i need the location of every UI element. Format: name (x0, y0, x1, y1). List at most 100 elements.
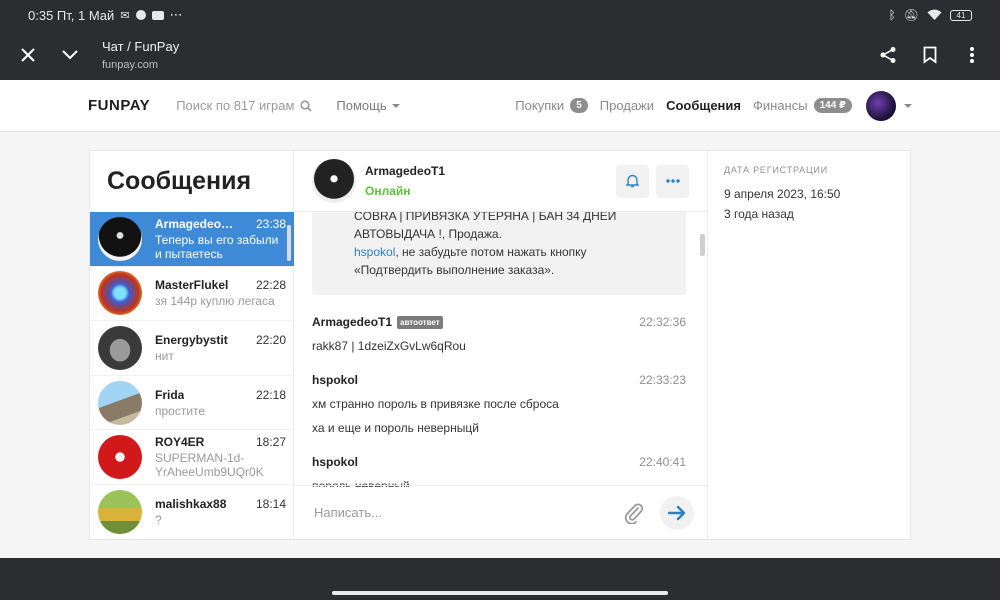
gesture-handle[interactable] (332, 591, 668, 595)
purchases-count-badge: 5 (570, 98, 588, 113)
message-input[interactable] (314, 505, 622, 520)
avatar (98, 325, 142, 370)
status-bar: 0:35 Пт, 1 Май ✉ ⋯ ᛒ 🔕︎ 41 (0, 0, 1000, 30)
page-title: Сообщения (107, 167, 252, 195)
contact-item[interactable]: Frida 22:18 простите (90, 376, 294, 431)
nav-finance[interactable]: Финансы (753, 98, 808, 113)
send-button[interactable] (660, 495, 694, 530)
system-message: COBRA | ПРИВЯЗКА УТЕРЯНА | БАН 34 ДНЕЙ А… (312, 212, 686, 295)
registration-ago: 3 года назад (724, 207, 794, 221)
contact-last-message: простите (155, 403, 206, 418)
nav-purchases[interactable]: Покупки (515, 98, 564, 113)
contact-item[interactable]: ROY4ER 18:27 SUPERMAN-1d-YrAheeUmb9UQr0K (90, 430, 294, 485)
contact-time: 23:38 (255, 216, 286, 231)
avatar[interactable] (312, 159, 356, 203)
contact-last-message: зя 144р куплю легаса (155, 294, 275, 309)
message-time: 22:33:23 (639, 373, 686, 387)
search-field[interactable]: Поиск по 817 играм (176, 98, 313, 113)
contacts-column: Сообщения Armagedeo… 23:38 Теперь вы его … (90, 151, 294, 539)
wifi-icon (927, 9, 942, 20)
contact-item[interactable]: MasterFlukel 22:28 зя 144р куплю легаса (90, 267, 294, 322)
contact-time: 22:28 (255, 278, 286, 293)
browser-page-title: Чат / FunPay (102, 39, 180, 54)
system-line: АВТОВЫДАЧА !, Продажа. (354, 227, 502, 241)
contact-name: Energybystit (155, 332, 228, 347)
online-status: Онлайн (365, 184, 411, 198)
system-line: hspokol, не забудьте потом нажать кнопку (354, 243, 656, 261)
message-list: COBRA | ПРИВЯЗКА УТЕРЯНА | БАН 34 ДНЕЙ А… (294, 212, 708, 487)
message-text: хм странно пороль в привязке после сброс… (312, 397, 559, 411)
user-info-column: ДАТА РЕГИСТРАЦИИ 9 апреля 2023, 16:50 3 … (708, 151, 910, 539)
message-time: 22:40:41 (639, 455, 686, 469)
contact-time: 22:18 (255, 387, 286, 402)
status-time: 0:35 Пт, 1 Май (28, 7, 115, 23)
search-icon (300, 99, 313, 112)
bluetooth-icon: ᛒ (888, 8, 896, 22)
browser-toolbar: Чат / FunPay funpay.com (0, 30, 1000, 80)
close-icon[interactable] (14, 41, 42, 69)
message-time: 22:32:36 (639, 315, 686, 329)
system-text: , не забудьте потом нажать кнопку (395, 245, 587, 259)
more-notifications-icon: ⋯ (169, 7, 183, 22)
system-line: «Подтвердить выполнение заказа». (354, 263, 555, 277)
contact-name: Armagedeo… (155, 216, 234, 231)
contact-last-message: ? (155, 513, 162, 528)
contact-item[interactable]: Armagedeo… 23:38 Теперь вы его забыли и п… (90, 212, 294, 267)
more-vertical-icon[interactable] (958, 41, 986, 69)
balance-badge: 144 ₽ (813, 98, 852, 113)
contact-time: 18:14 (255, 497, 286, 512)
avatar (98, 271, 142, 316)
chat-column: ArmagedeoT1 Онлайн COBRA | ПРИВЯЗКА УТЕР… (294, 151, 708, 539)
bookmark-icon[interactable] (916, 41, 944, 69)
system-line: COBRA | ПРИВЯЗКА УТЕРЯНА | БАН 34 ДНЕЙ (354, 212, 617, 223)
registration-label: ДАТА РЕГИСТРАЦИИ (724, 165, 828, 175)
notification-dot-icon (135, 10, 146, 20)
site-header: FUNPAY Поиск по 817 играм Помощь Покупки… (0, 80, 1000, 132)
chat-message: hspokol 22:33:23 хм странно пороль в при… (294, 373, 708, 435)
help-menu[interactable]: Помощь (336, 98, 400, 113)
battery-icon: 41 (950, 9, 972, 21)
more-horizontal-icon (665, 179, 680, 183)
contact-item[interactable]: malishkax88 18:14 ? (90, 485, 294, 540)
contact-last-message: нит (155, 348, 174, 363)
site-logo[interactable]: FUNPAY (88, 97, 150, 114)
avatar (98, 380, 142, 425)
contact-list: Armagedeo… 23:38 Теперь вы его забыли и п… (90, 212, 294, 540)
paperclip-icon (624, 502, 644, 524)
message-text: rakk87 | 1dzeiZxGvLw6qRou (312, 339, 466, 353)
message-author[interactable]: ArmagedeoT1 (312, 315, 392, 329)
nav-sales[interactable]: Продажи (600, 98, 654, 113)
contact-item[interactable]: Energybystit 22:20 нит (90, 321, 294, 376)
chat-user-name[interactable]: ArmagedeoT1 (365, 164, 445, 178)
avatar (98, 490, 142, 535)
browser-title-block: Чат / FunPay funpay.com (102, 39, 179, 71)
chat-message: hspokol 22:40:41 пороль неверный (294, 455, 708, 487)
more-options-button[interactable] (656, 164, 689, 198)
user-avatar[interactable] (866, 90, 896, 121)
chat-header: ArmagedeoT1 Онлайн (294, 151, 707, 212)
message-author[interactable]: hspokol (312, 455, 358, 469)
search-placeholder: Поиск по 817 играм (176, 98, 295, 113)
contacts-scrollbar[interactable] (287, 225, 291, 261)
chevron-down-icon[interactable] (56, 41, 84, 69)
user-menu-caret-icon[interactable] (904, 103, 912, 108)
contact-last-message: SUPERMAN-1d-YrAheeUmb9UQr0K (155, 451, 264, 480)
attach-button[interactable] (622, 501, 646, 525)
messages-scrollbar[interactable] (700, 234, 705, 256)
help-label: Помощь (336, 98, 387, 113)
gmail-icon: ✉ (120, 9, 130, 22)
contact-name: MasterFlukel (155, 278, 229, 293)
arrow-right-icon (668, 505, 686, 520)
message-author[interactable]: hspokol (312, 373, 358, 387)
contact-time: 18:27 (255, 435, 286, 450)
autoreply-badge: автоответ (397, 315, 443, 329)
notifications-button[interactable] (616, 164, 649, 198)
logo-part-2: PAY (120, 97, 151, 114)
contact-last-message: Теперь вы его забыли и пытаетесь (155, 232, 279, 261)
message-composer (294, 485, 708, 539)
share-icon[interactable] (874, 41, 902, 69)
nav-messages[interactable]: Сообщения (666, 98, 741, 113)
browser-url: funpay.com (102, 59, 159, 71)
system-user-link[interactable]: hspokol (354, 245, 395, 259)
mute-icon: 🔕︎ (903, 8, 919, 22)
